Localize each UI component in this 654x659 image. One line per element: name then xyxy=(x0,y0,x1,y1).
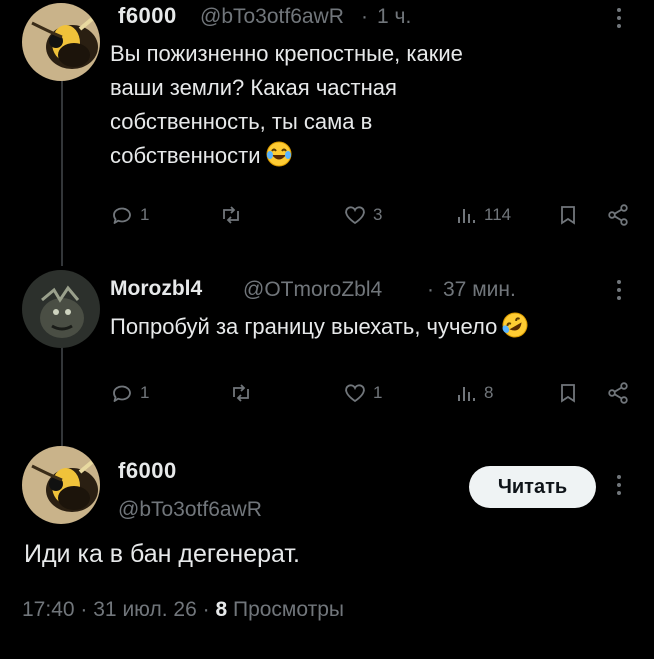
separator: · xyxy=(427,278,434,301)
tweet-footer: 17:40 · 31 июл. 26 · 8 Просмотры xyxy=(22,598,344,622)
like-button[interactable]: 3 xyxy=(343,203,382,227)
bookmark-icon xyxy=(561,384,575,403)
creature-avatar-image xyxy=(22,270,100,348)
share-button[interactable] xyxy=(606,203,630,232)
avatar[interactable] xyxy=(22,3,100,81)
retweet-button[interactable] xyxy=(229,381,259,405)
views-button[interactable]: 8 xyxy=(454,381,493,405)
follow-button[interactable]: Читать xyxy=(469,466,596,508)
bee-avatar-image xyxy=(22,446,100,524)
separator: · xyxy=(80,598,88,621)
heart-icon xyxy=(345,206,365,225)
tweet-time[interactable]: 17:40 xyxy=(22,598,75,621)
thread-connector xyxy=(61,346,63,446)
handle[interactable]: @bTo3otf6awR xyxy=(118,498,262,522)
bookmark-button[interactable] xyxy=(556,203,580,232)
tweet-text-line: ваши земли? Какая частная xyxy=(110,75,397,100)
views-icon xyxy=(458,387,475,401)
like-count: 1 xyxy=(373,383,383,402)
timestamp[interactable]: 37 мин. xyxy=(443,278,516,302)
tweet-text-line: собственности xyxy=(110,139,463,178)
tweet-text-line-text: собственности xyxy=(110,143,261,168)
handle[interactable]: @OTmoroZbl4 xyxy=(243,278,382,302)
reply-count: 1 xyxy=(140,205,150,224)
tweet-text-line: Вы пожизненно крепостные, какие xyxy=(110,41,463,66)
handle[interactable]: @bTo3otf6awR xyxy=(200,5,344,29)
views-button[interactable]: 114 xyxy=(454,203,511,227)
tweet-text: Попробуй за границу выехать, чучело xyxy=(110,310,529,349)
timestamp[interactable]: 1 ч. xyxy=(377,5,411,29)
views-count: 8 xyxy=(215,598,228,621)
avatar[interactable] xyxy=(22,270,100,348)
share-icon xyxy=(608,382,628,404)
views-count: 8 xyxy=(484,383,494,402)
heart-icon xyxy=(345,384,365,403)
display-name[interactable]: Morozbl4 xyxy=(110,277,202,301)
bookmark-button[interactable] xyxy=(556,381,580,410)
views-count: 114 xyxy=(484,205,512,224)
bee-avatar-image xyxy=(22,3,100,81)
share-icon xyxy=(608,204,628,226)
reply-button[interactable]: 1 xyxy=(110,203,149,227)
retweet-icon xyxy=(223,206,239,224)
more-options-icon[interactable] xyxy=(617,475,621,499)
tweet-date[interactable]: 31 июл. 26 xyxy=(93,598,197,621)
main-tweet-text: Иди ка в бан дегенерат. xyxy=(24,540,300,568)
avatar[interactable] xyxy=(22,446,100,524)
like-count: 3 xyxy=(373,205,383,224)
thread-connector xyxy=(61,80,63,266)
rolling-laughing-emoji xyxy=(501,311,529,349)
display-name[interactable]: f6000 xyxy=(118,458,177,484)
views-label: Просмотры xyxy=(232,598,344,621)
tweet-text: Вы пожизненно крепостные, какие ваши зем… xyxy=(110,37,463,178)
tears-of-joy-emoji xyxy=(265,140,293,178)
retweet-icon xyxy=(233,384,249,402)
retweet-button[interactable] xyxy=(219,203,249,227)
separator: · xyxy=(361,5,368,28)
more-options-icon[interactable] xyxy=(617,8,621,32)
bookmark-icon xyxy=(561,206,575,225)
reply-count: 1 xyxy=(140,383,150,402)
reply-icon xyxy=(113,385,131,402)
reply-button[interactable]: 1 xyxy=(110,381,149,405)
like-button[interactable]: 1 xyxy=(343,381,382,405)
views-icon xyxy=(458,209,475,223)
reply-icon xyxy=(113,207,131,224)
tweet-text-line: Попробуй за границу выехать, чучело xyxy=(110,314,498,339)
tweet-text-line: собственность, ты сама в xyxy=(110,109,373,134)
share-button[interactable] xyxy=(606,381,630,410)
more-options-icon[interactable] xyxy=(617,280,621,304)
display-name[interactable]: f6000 xyxy=(118,3,177,29)
separator: · xyxy=(202,598,210,621)
